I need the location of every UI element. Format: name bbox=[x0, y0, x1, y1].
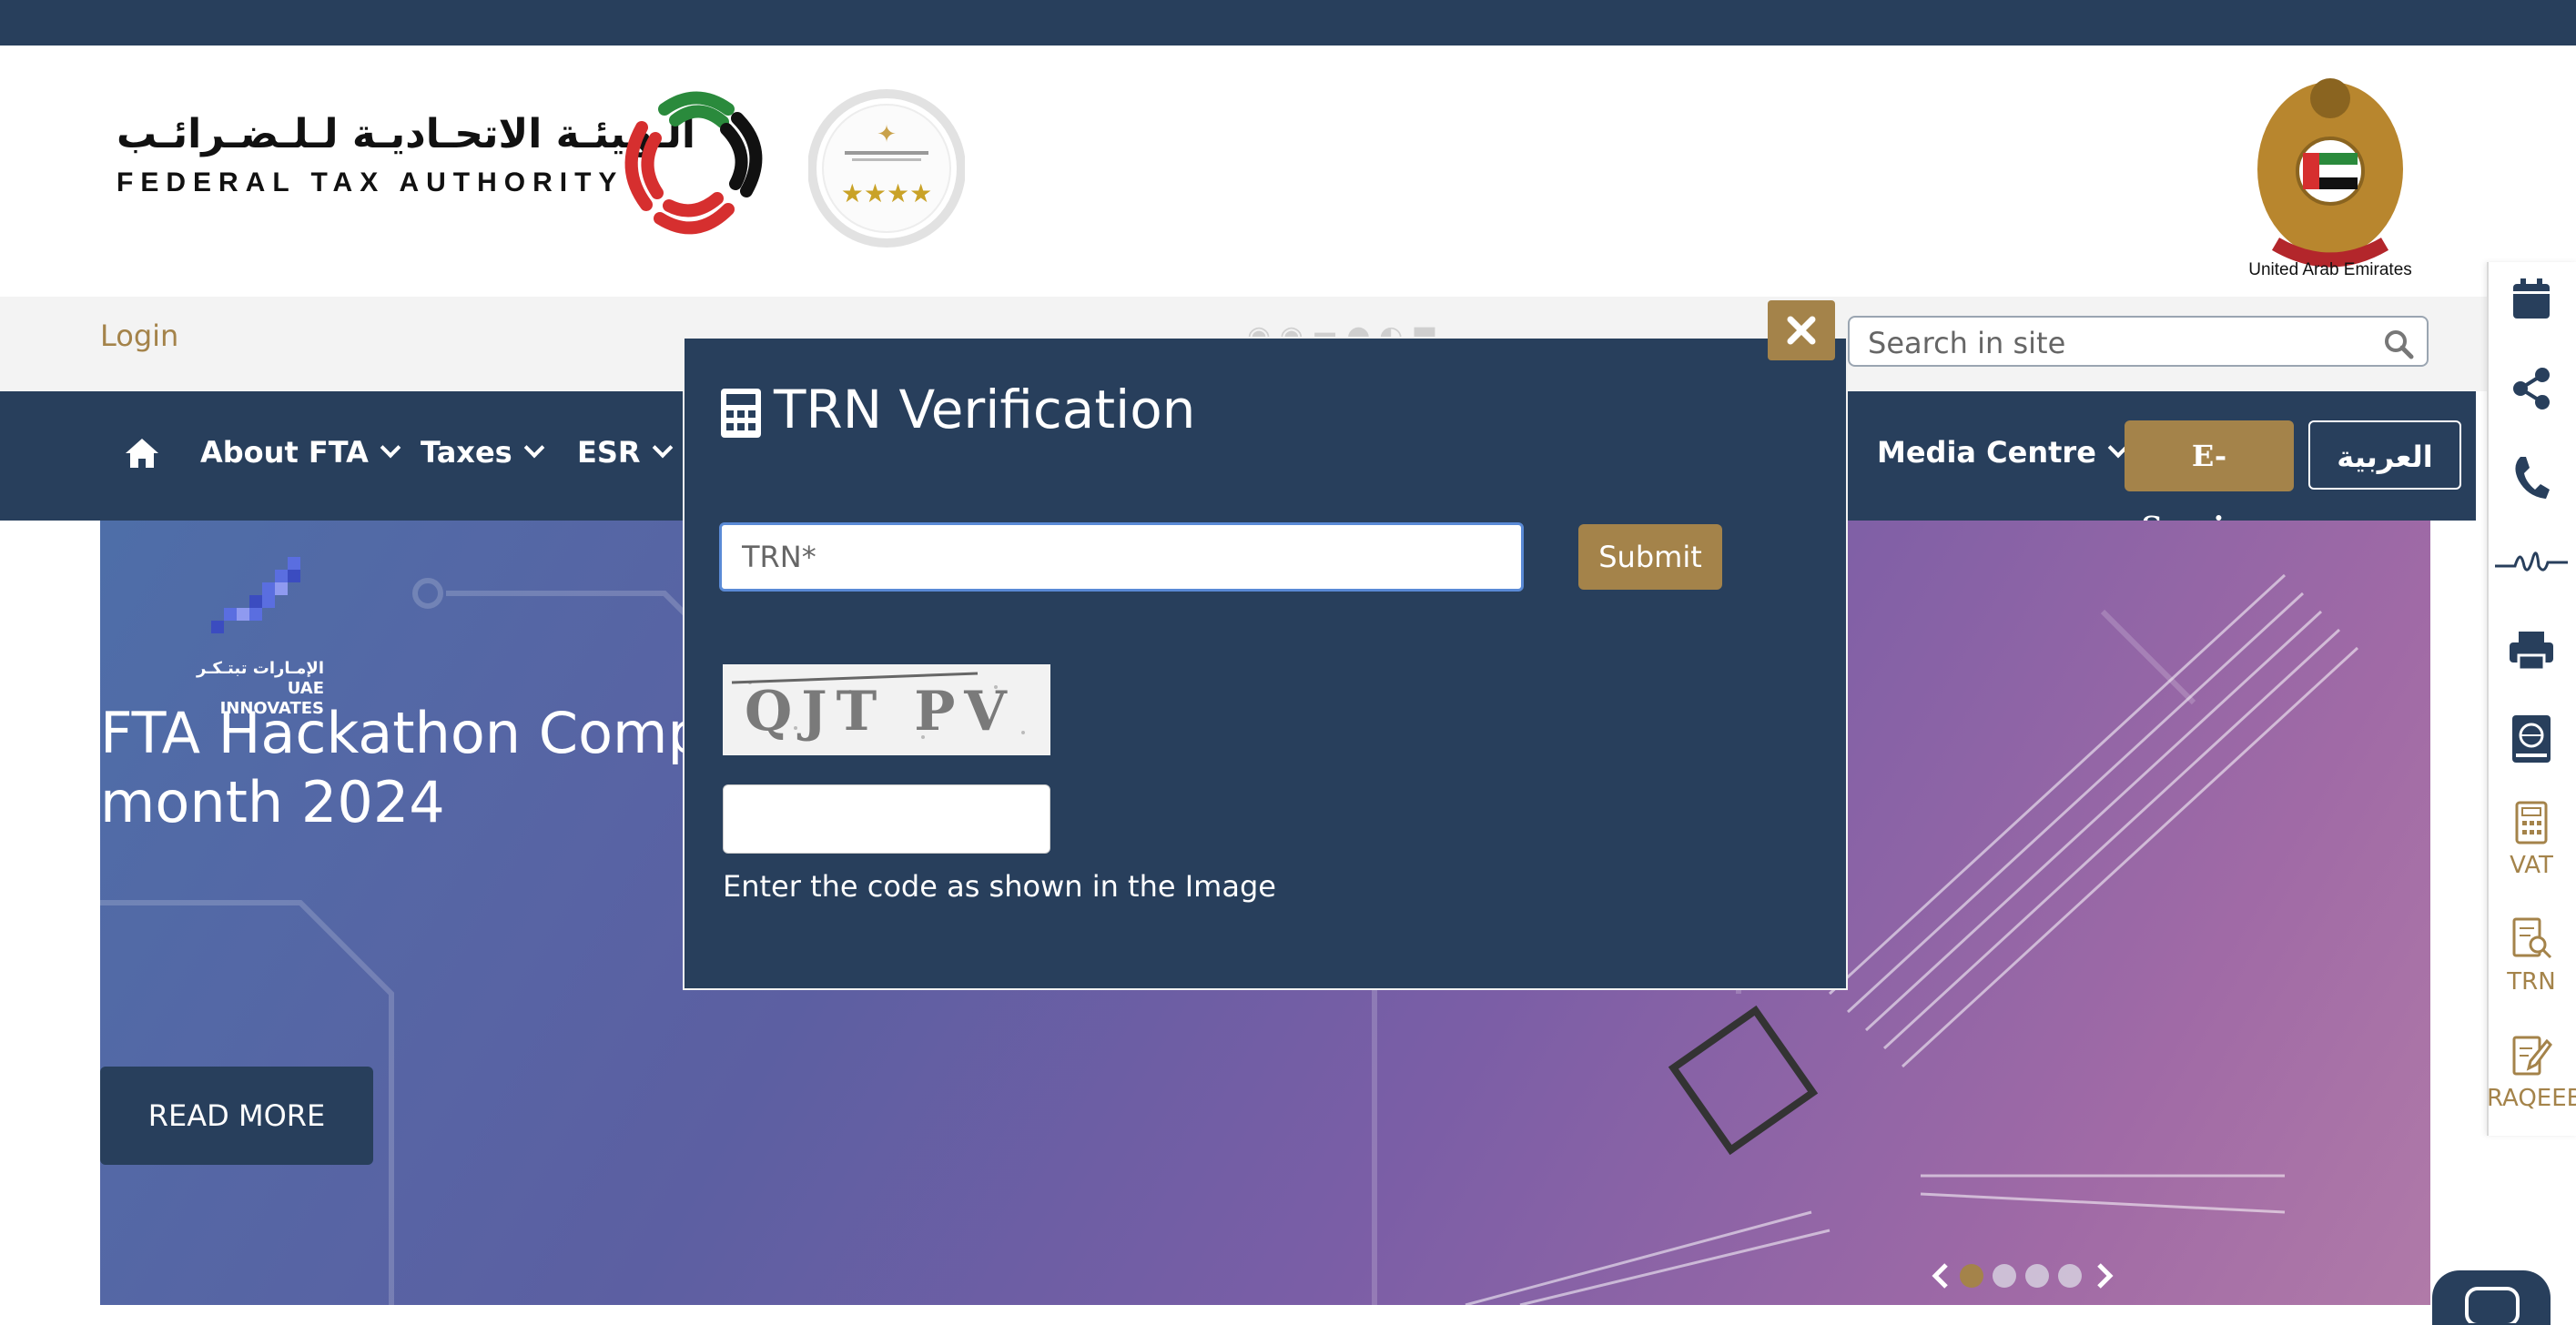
uae-label: United Arab Emirates bbox=[2248, 260, 2412, 279]
globe-book-icon bbox=[2512, 715, 2551, 763]
uae-innovates-logo bbox=[211, 557, 300, 633]
calendar-button[interactable] bbox=[2487, 277, 2576, 326]
share-icon bbox=[2513, 368, 2550, 410]
slider-controls[interactable] bbox=[1926, 1258, 2117, 1294]
search-input[interactable] bbox=[1866, 325, 2379, 361]
nav-label: Taxes bbox=[421, 435, 512, 470]
vat-calculator-button[interactable]: VAT bbox=[2487, 801, 2576, 879]
login-link[interactable]: Login bbox=[100, 319, 178, 353]
close-icon bbox=[1787, 316, 1816, 345]
fta-logo-english[interactable]: FEDERAL TAX AUTHORITY bbox=[117, 167, 624, 198]
svg-text:✦: ✦ bbox=[877, 121, 897, 148]
chevron-down-icon bbox=[652, 437, 673, 459]
trn-verification-button[interactable]: TRN bbox=[2487, 917, 2576, 996]
calendar-icon bbox=[2513, 278, 2550, 319]
site-search[interactable] bbox=[1848, 316, 2429, 367]
signature-button[interactable] bbox=[2487, 539, 2576, 582]
nav-about-fta[interactable]: About FTA bbox=[200, 435, 401, 470]
slider-dot[interactable] bbox=[2058, 1264, 2082, 1288]
captcha-image: QJT PV bbox=[723, 664, 1050, 755]
edit-document-icon bbox=[2512, 1036, 2552, 1076]
nav-label: About FTA bbox=[200, 435, 369, 470]
svg-text:★★★★: ★★★★ bbox=[841, 178, 932, 208]
modal-title-text: TRN Verification bbox=[774, 379, 1196, 440]
vat-label: VAT bbox=[2510, 852, 2553, 879]
print-icon bbox=[2510, 632, 2553, 672]
slider-dot[interactable] bbox=[1960, 1264, 1983, 1288]
search-icon[interactable] bbox=[2383, 329, 2414, 359]
chat-widget[interactable] bbox=[2432, 1270, 2551, 1325]
nav-label: ESR bbox=[577, 435, 641, 470]
slider-dot[interactable] bbox=[1993, 1264, 2016, 1288]
trn-input[interactable] bbox=[719, 522, 1524, 592]
captcha-hint: Enter the code as shown in the Image bbox=[723, 869, 1276, 904]
uae-innovates-arabic: الإمـارات تبتـكـر bbox=[197, 659, 324, 678]
chevron-left-icon[interactable] bbox=[1932, 1263, 1948, 1289]
home-icon[interactable] bbox=[124, 437, 160, 470]
chevron-down-icon bbox=[380, 437, 401, 459]
calculator-icon bbox=[2515, 801, 2548, 845]
trn-label: TRN bbox=[2507, 968, 2556, 996]
calculator-icon bbox=[721, 388, 761, 438]
fta-logo-mark[interactable] bbox=[610, 82, 783, 246]
raqeeb-button[interactable]: RAQEEB bbox=[2487, 1034, 2576, 1112]
top-bar bbox=[0, 0, 2576, 46]
eservices-button[interactable]: E-Services bbox=[2125, 420, 2294, 544]
chat-icon bbox=[2465, 1287, 2520, 1323]
captcha-code: QJT PV bbox=[745, 680, 1016, 743]
read-more-button[interactable]: READ MORE bbox=[100, 1067, 373, 1165]
slider-dot[interactable] bbox=[2025, 1264, 2049, 1288]
fta-logo-arabic[interactable]: الـهيئـة الاتحـاديـة لـلـضـرائـب bbox=[117, 111, 695, 157]
signature-icon bbox=[2495, 551, 2568, 571]
phone-button[interactable] bbox=[2487, 451, 2576, 506]
uae-emblem bbox=[2257, 78, 2403, 268]
guides-button[interactable] bbox=[2487, 713, 2576, 768]
document-search-icon bbox=[2512, 917, 2552, 959]
print-button[interactable] bbox=[2487, 628, 2576, 677]
nav-esr[interactable]: ESR bbox=[577, 435, 673, 470]
arabic-language-button[interactable]: العربية bbox=[2308, 420, 2461, 490]
nav-label: Media Centre bbox=[1877, 435, 2096, 470]
submit-button[interactable]: Submit bbox=[1578, 524, 1722, 590]
chevron-down-icon bbox=[523, 437, 545, 459]
close-modal-button[interactable] bbox=[1768, 300, 1835, 360]
captcha-input[interactable] bbox=[723, 784, 1050, 854]
share-button[interactable] bbox=[2487, 366, 2576, 415]
modal-title: TRN Verification bbox=[719, 379, 1195, 440]
nav-media-centre[interactable]: Media Centre bbox=[1877, 435, 2129, 470]
raqeeb-label: RAQEEB bbox=[2487, 1085, 2576, 1112]
phone-icon bbox=[2515, 457, 2550, 499]
nav-taxes[interactable]: Taxes bbox=[421, 435, 545, 470]
chevron-right-icon[interactable] bbox=[2097, 1263, 2114, 1289]
global-star-rating-badge: ✦ ★★★★ bbox=[808, 89, 965, 248]
